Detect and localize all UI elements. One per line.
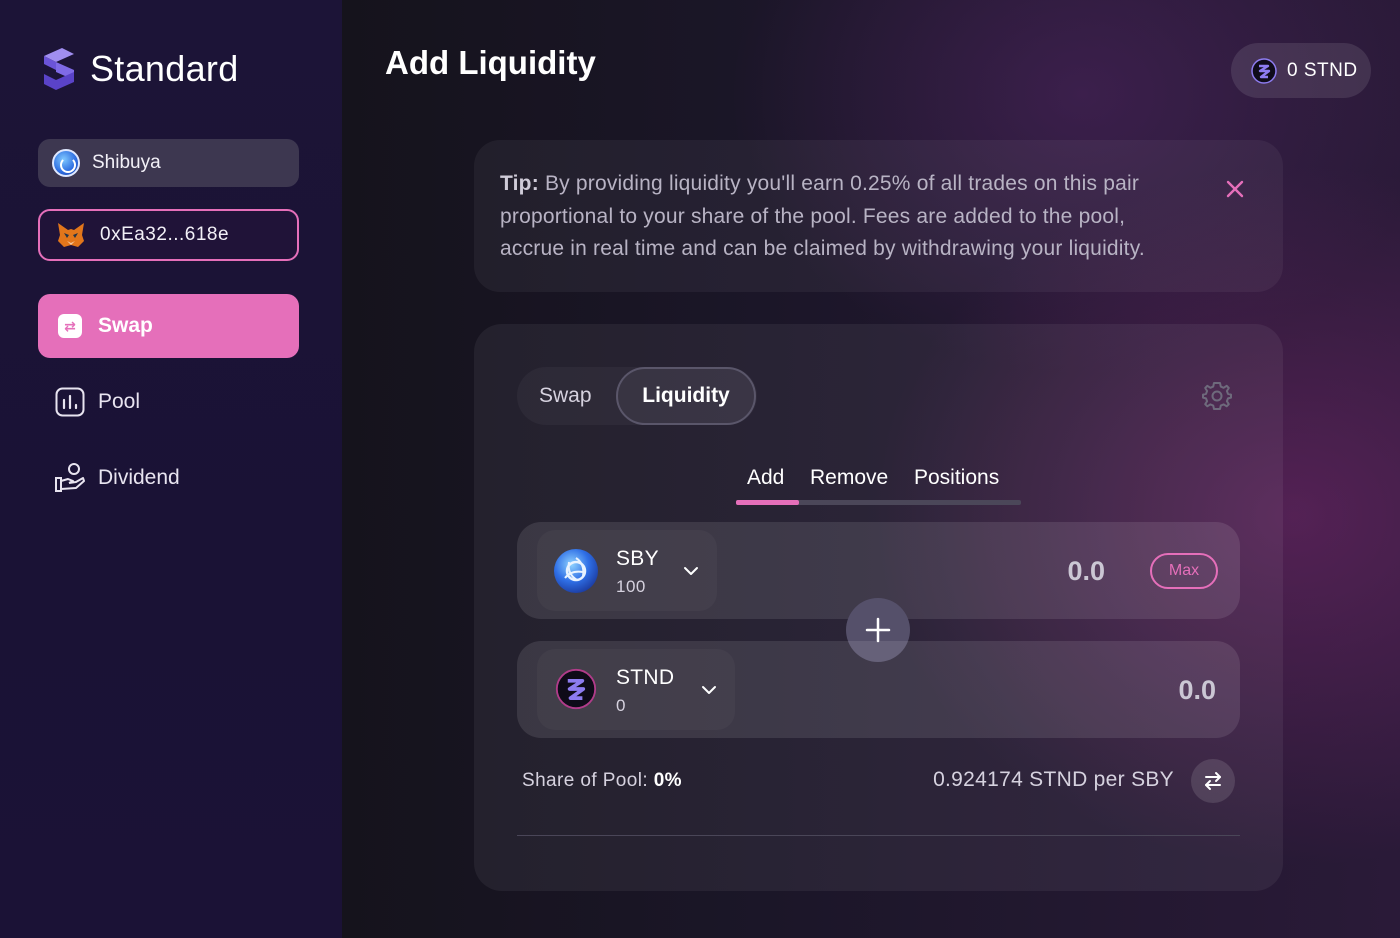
page-title: Add Liquidity bbox=[385, 44, 596, 81]
stnd-balance-button[interactable]: 0 STND bbox=[1231, 43, 1371, 98]
sidebar-item-label: Dividend bbox=[98, 466, 180, 489]
brand-name: Standard bbox=[90, 48, 239, 89]
token-b-selector[interactable]: STND 0 bbox=[537, 649, 735, 730]
token-a-amount-input[interactable]: 0.0 bbox=[1067, 556, 1105, 587]
main-content: Add Liquidity 0 STND Tip: By providing l… bbox=[342, 0, 1400, 938]
liquidity-card: Swap Liquidity Add Remove Positions SBY … bbox=[474, 324, 1283, 891]
token-b-input-row: STND 0 0.0 bbox=[517, 641, 1240, 738]
chevron-down-icon bbox=[684, 567, 698, 575]
liquidity-subtabs: Add Remove Positions bbox=[736, 464, 1021, 506]
sidebar-item-pool[interactable]: Pool bbox=[54, 386, 140, 418]
share-value: 0% bbox=[653, 770, 682, 791]
tab-add[interactable]: Add bbox=[747, 466, 784, 490]
bar-chart-icon bbox=[55, 387, 85, 417]
mode-liquidity-tab[interactable]: Liquidity bbox=[616, 367, 756, 425]
tip-banner: Tip: By providing liquidity you'll earn … bbox=[474, 140, 1283, 292]
tip-text: Tip: By providing liquidity you'll earn … bbox=[500, 168, 1193, 266]
wallet-address: 0xEa32...618e bbox=[100, 224, 230, 245]
tip-label: Tip: bbox=[500, 172, 539, 195]
sidebar: Standard Shibuya 0xEa32...618e ⇄ Swap Po… bbox=[0, 0, 342, 938]
shibuya-network-icon bbox=[52, 149, 80, 177]
stnd-token-icon bbox=[1251, 57, 1277, 84]
network-selector[interactable]: Shibuya bbox=[38, 139, 299, 187]
hand-coin-icon bbox=[55, 463, 85, 492]
token-b-balance: 0 bbox=[616, 696, 626, 715]
network-label: Shibuya bbox=[92, 152, 161, 173]
exchange-rate: 0.924174 STND per SBY bbox=[933, 768, 1174, 791]
mode-toggle: Swap Liquidity bbox=[517, 367, 757, 425]
standard-logo-icon bbox=[44, 48, 74, 90]
token-a-selector[interactable]: SBY 100 bbox=[537, 530, 717, 611]
stnd-token-icon bbox=[555, 668, 597, 710]
gear-icon[interactable] bbox=[1201, 380, 1233, 412]
token-b-amount-input[interactable]: 0.0 bbox=[1178, 675, 1216, 706]
mode-swap-tab[interactable]: Swap bbox=[539, 384, 592, 408]
tab-positions[interactable]: Positions bbox=[914, 466, 999, 490]
swap-icon: ⇄ bbox=[58, 314, 82, 338]
sidebar-item-dividend[interactable]: Dividend bbox=[54, 462, 180, 494]
close-icon[interactable] bbox=[1224, 178, 1246, 200]
share-label: Share of Pool: bbox=[522, 770, 649, 791]
stnd-balance-label: 0 STND bbox=[1287, 59, 1358, 81]
sidebar-item-label: Pool bbox=[98, 390, 141, 413]
divider bbox=[517, 835, 1240, 836]
token-a-symbol: SBY bbox=[616, 547, 659, 570]
sidebar-item-swap[interactable]: ⇄ Swap bbox=[38, 294, 299, 358]
sby-token-icon bbox=[554, 549, 598, 593]
chevron-down-icon bbox=[702, 686, 716, 694]
tip-body: By providing liquidity you'll earn 0.25%… bbox=[500, 172, 1145, 260]
share-of-pool: Share of Pool: 0% bbox=[522, 770, 682, 792]
token-b-symbol: STND bbox=[616, 666, 675, 689]
invert-rate-button[interactable] bbox=[1191, 759, 1235, 803]
brand-logo[interactable]: Standard bbox=[40, 46, 239, 92]
subtab-active-indicator bbox=[736, 500, 799, 505]
sidebar-item-label: Swap bbox=[98, 314, 153, 337]
wallet-button[interactable]: 0xEa32...618e bbox=[38, 209, 299, 261]
max-button[interactable]: Max bbox=[1150, 553, 1218, 589]
tab-remove[interactable]: Remove bbox=[810, 466, 888, 490]
swap-arrows-icon bbox=[1205, 772, 1221, 790]
token-a-balance: 100 bbox=[616, 577, 646, 596]
metamask-fox-icon bbox=[58, 223, 84, 247]
